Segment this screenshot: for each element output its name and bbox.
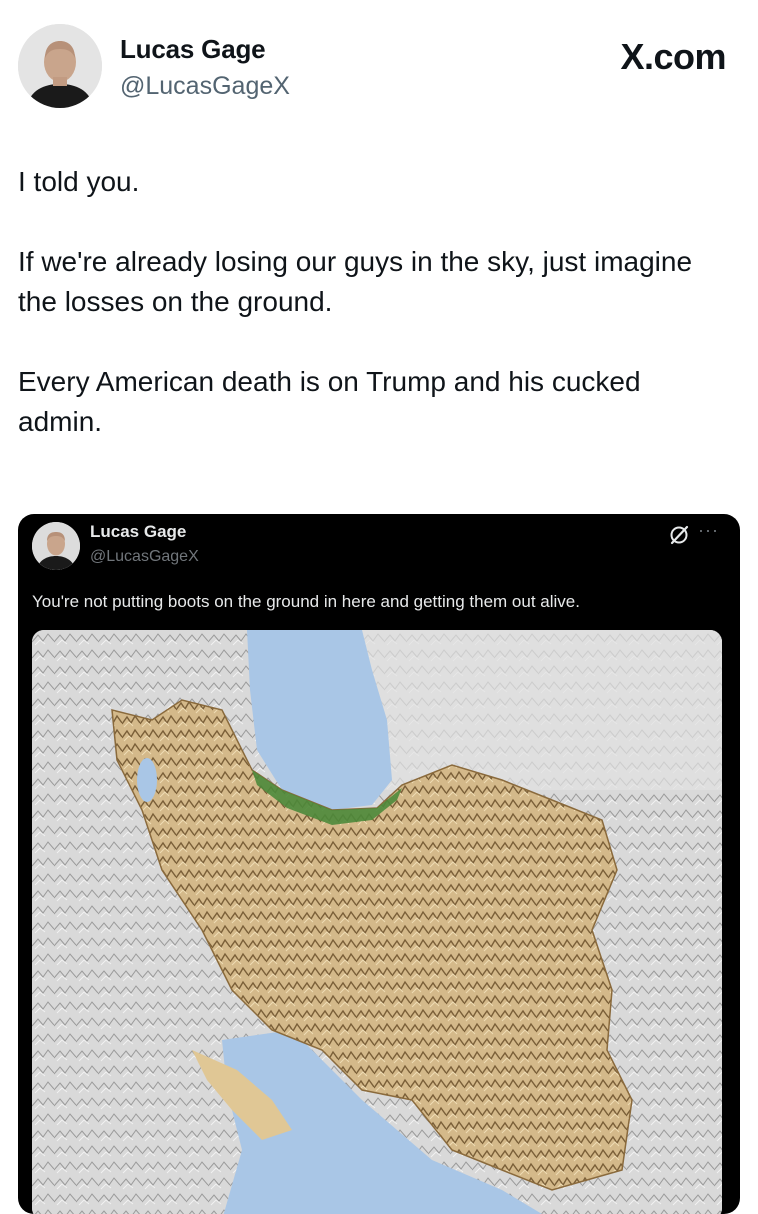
tweet-header: Lucas Gage @LucasGageX X.com [0, 0, 758, 130]
grok-icon[interactable] [668, 524, 690, 546]
brand-logo: X.com [620, 36, 726, 77]
terrain-map-icon [32, 630, 722, 1214]
author-name[interactable]: Lucas Gage [120, 34, 266, 65]
profile-photo-icon [18, 24, 102, 108]
quoted-avatar[interactable] [32, 522, 80, 570]
tweet-paragraph: I told you. [18, 166, 140, 197]
author-handle[interactable]: @LucasGageX [120, 72, 290, 101]
quoted-author-name[interactable]: Lucas Gage [90, 522, 186, 542]
tweet-paragraph: If we're already losing our guys in the … [18, 246, 693, 317]
more-options-icon[interactable]: ··· [698, 520, 719, 541]
quoted-post-text: You're not putting boots on the ground i… [32, 592, 580, 611]
author-avatar[interactable] [18, 24, 102, 108]
tweet-body: I told you. If we're already losing our … [18, 162, 718, 482]
quoted-post[interactable]: Lucas Gage @LucasGageX ··· You're not pu… [18, 514, 740, 1214]
quoted-author-handle[interactable]: @LucasGageX [90, 548, 199, 566]
terrain-map-image[interactable] [32, 630, 722, 1214]
profile-photo-icon [32, 522, 80, 570]
tweet-paragraph: Every American death is on Trump and his… [18, 366, 641, 437]
